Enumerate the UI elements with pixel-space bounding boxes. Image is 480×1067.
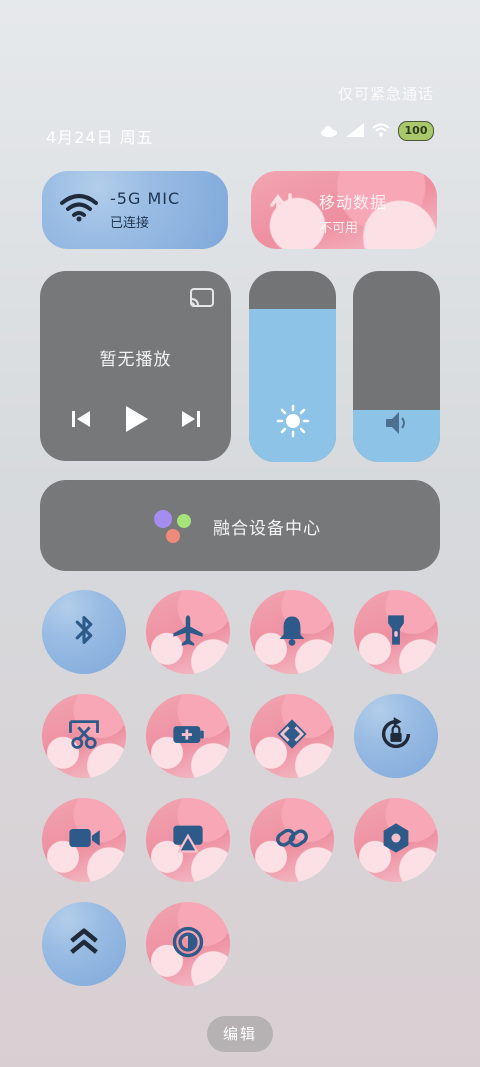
- next-track-icon[interactable]: [180, 409, 202, 433]
- speaker-icon: [353, 408, 440, 438]
- brightness-level: [249, 309, 336, 462]
- nearby-share-icon: [274, 716, 310, 756]
- link-icon: [274, 820, 310, 860]
- sun-icon: [249, 404, 336, 438]
- performance-mode-icon: [66, 924, 102, 964]
- volume-slider[interactable]: [353, 271, 440, 462]
- bluetooth-icon: [66, 612, 102, 652]
- battery-saver-icon: [170, 716, 206, 756]
- play-icon[interactable]: [123, 405, 149, 437]
- toggle-flashlight[interactable]: [354, 590, 438, 674]
- toggle-performance-mode[interactable]: [42, 902, 126, 986]
- wifi-status: 已连接: [110, 216, 150, 231]
- rotation-lock-icon: [378, 716, 414, 756]
- screen-record-icon: [66, 820, 102, 860]
- screen-cast-icon: [170, 820, 206, 860]
- date-label: 4月24日 周五: [46, 128, 154, 147]
- toggle-hotspot[interactable]: [354, 798, 438, 882]
- status-icons: 100: [320, 121, 434, 141]
- flashlight-icon: [378, 612, 414, 652]
- toggle-bell[interactable]: [250, 590, 334, 674]
- bell-icon: [274, 612, 310, 652]
- toggle-link[interactable]: [250, 798, 334, 882]
- signal-icon: [346, 122, 364, 141]
- mobile-data-icon: [269, 193, 299, 231]
- media-title: 暂无播放: [99, 350, 172, 370]
- device-center-label: 融合设备中心: [213, 519, 321, 539]
- device-center-card[interactable]: 融合设备中心: [40, 480, 440, 571]
- toggle-bluetooth[interactable]: [42, 590, 126, 674]
- wifi-icon: [60, 193, 98, 227]
- mobile-data-status: 不可用: [319, 221, 359, 236]
- toggle-screenshot[interactable]: [42, 694, 126, 778]
- hotspot-icon: [378, 820, 414, 860]
- cast-icon[interactable]: [189, 287, 215, 313]
- wifi-network-name: -5G MIC: [110, 189, 181, 208]
- previous-track-icon[interactable]: [70, 409, 92, 433]
- mobile-data-title: 移动数据: [319, 193, 388, 212]
- wifi-status-icon: [372, 122, 390, 141]
- battery-indicator: 100: [398, 121, 434, 141]
- dark-mode-icon: [170, 924, 206, 964]
- cloud-icon: [320, 122, 338, 141]
- toggle-nearby-share[interactable]: [250, 694, 334, 778]
- toggle-screen-cast[interactable]: [146, 798, 230, 882]
- brightness-slider[interactable]: [249, 271, 336, 462]
- media-player-card[interactable]: 暂无播放: [40, 271, 231, 461]
- screenshot-icon: [66, 716, 102, 756]
- toggle-battery-saver[interactable]: [146, 694, 230, 778]
- emergency-call-only-text: 仅可紧急通话: [337, 85, 434, 103]
- toggle-rotation-lock[interactable]: [354, 694, 438, 778]
- toggle-screen-record[interactable]: [42, 798, 126, 882]
- toggle-airplane[interactable]: [146, 590, 230, 674]
- edit-button[interactable]: 编辑: [207, 1016, 273, 1052]
- mobile-data-tile[interactable]: 移动数据 不可用: [251, 171, 437, 249]
- toggle-dark-mode[interactable]: [146, 902, 230, 986]
- airplane-icon: [170, 612, 206, 652]
- device-center-icon: [152, 509, 196, 545]
- wifi-tile[interactable]: -5G MIC 已连接: [42, 171, 228, 249]
